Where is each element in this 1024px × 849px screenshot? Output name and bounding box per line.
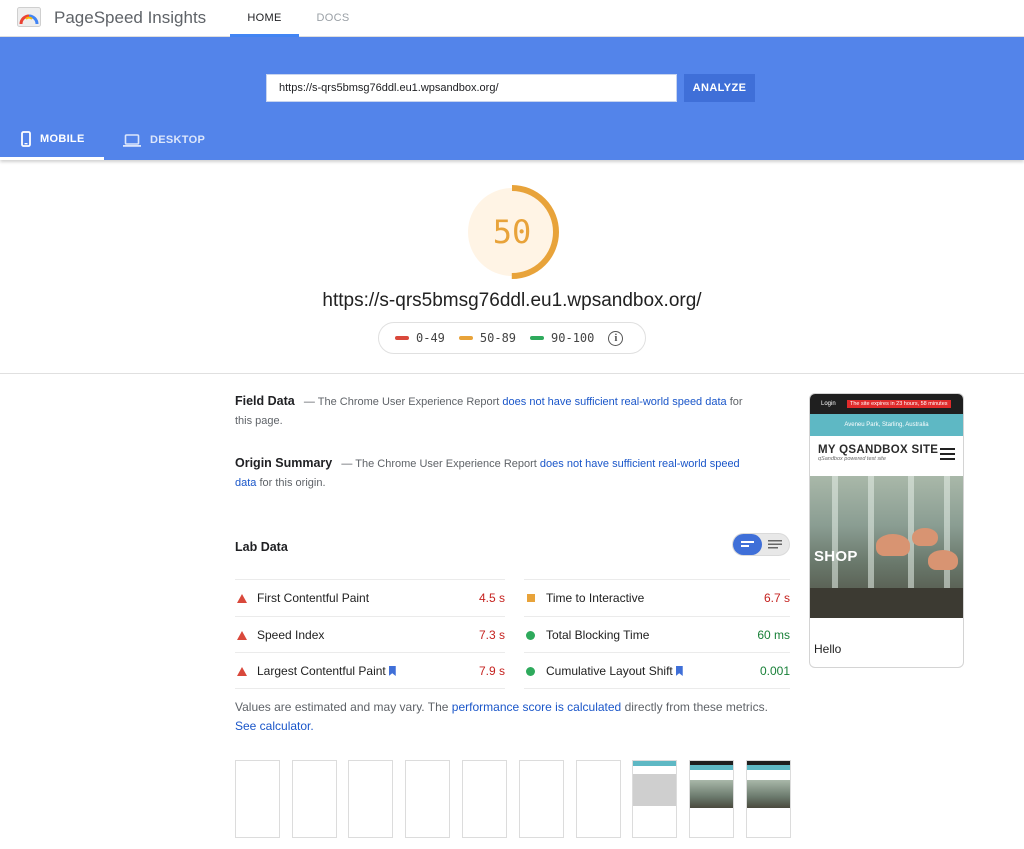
values-note-text: Values are estimated and may vary. The	[235, 700, 449, 714]
field-data-section: Field Data — The Chrome User Experience …	[235, 392, 745, 431]
filmstrip-frame	[292, 760, 337, 838]
legend-poor: 0-49	[395, 331, 445, 345]
metric-label: Cumulative Layout Shift	[546, 664, 673, 678]
legend-poor-label: 0-49	[416, 331, 445, 345]
poor-triangle-icon	[237, 666, 247, 676]
values-note-text-2: directly from these metrics.	[624, 700, 768, 714]
preview-hero-image: SHOP	[810, 476, 963, 618]
good-circle-icon	[526, 666, 535, 676]
metric-cumulative-layout-shift: Cumulative Layout Shift 0.001	[524, 652, 790, 689]
poor-triangle-icon	[237, 630, 247, 640]
metric-value: 4.5 s	[478, 591, 505, 605]
origin-summary-title: Origin Summary	[235, 456, 333, 470]
metric-speed-index: Speed Index 7.3 s	[235, 616, 505, 653]
filmstrip-frame	[576, 760, 621, 838]
tab-desktop[interactable]: DESKTOP	[123, 120, 205, 160]
preview-hero-text: SHOP	[814, 548, 858, 565]
metric-label-wrap: Cumulative Layout Shift	[546, 664, 760, 678]
filmstrip-frame	[632, 760, 677, 838]
metric-time-to-interactive: Time to Interactive 6.7 s	[524, 579, 790, 616]
filmstrip-frame	[235, 760, 280, 838]
bookmark-flag-icon	[675, 666, 683, 676]
bookmark-flag-icon	[388, 666, 396, 676]
final-screenshot: Login The site expires in 23 hours, 58 m…	[809, 393, 964, 668]
app-title: PageSpeed Insights	[54, 8, 207, 27]
url-input[interactable]	[266, 74, 677, 102]
origin-summary-section: Origin Summary — The Chrome User Experie…	[235, 454, 745, 493]
analyzed-url: https://s-qrs5bmsg76ddl.eu1.wpsandbox.or…	[322, 290, 702, 311]
average-square-icon	[527, 594, 535, 602]
see-calculator-link[interactable]: See calculator.	[235, 719, 314, 733]
metrics-divider	[235, 688, 790, 689]
filmstrip-frame	[519, 760, 564, 838]
origin-summary-text-end: for this origin.	[259, 477, 326, 489]
tab-home[interactable]: HOME	[230, 0, 299, 37]
preview-header: MY QSANDBOX SITE qSandbox powered test s…	[810, 436, 963, 476]
analyze-button[interactable]: ANALYZE	[684, 74, 755, 102]
metric-value: 60 ms	[757, 628, 790, 642]
metric-largest-contentful-paint: Largest Contentful Paint 7.9 s	[235, 652, 505, 689]
legend-average: 50-89	[458, 331, 517, 345]
divider	[0, 373, 1024, 374]
info-icon[interactable]: i	[608, 330, 624, 346]
preview-address: Aveneu Park, Starling, Australia	[810, 414, 963, 436]
field-data-title: Field Data	[235, 394, 295, 408]
legend-average-swatch	[458, 336, 473, 340]
metric-value: 6.7 s	[763, 591, 790, 605]
tab-mobile-label: MOBILE	[40, 132, 85, 145]
values-note: Values are estimated and may vary. The p…	[235, 698, 775, 736]
legend-average-label: 50-89	[479, 331, 517, 345]
metric-label-wrap: Largest Contentful Paint	[257, 664, 479, 678]
filmstrip-frame	[462, 760, 507, 838]
field-data-link[interactable]: does not have sufficient real-world spee…	[502, 396, 726, 408]
performance-score-link[interactable]: performance score is calculated	[452, 700, 621, 714]
filmstrip-frame	[689, 760, 734, 838]
hamburger-menu-icon	[940, 448, 955, 463]
expanded-view-icon	[768, 540, 782, 549]
laptop-icon	[123, 133, 141, 147]
lab-data-title: Lab Data	[235, 540, 288, 554]
tab-mobile[interactable]: MOBILE	[0, 120, 104, 160]
search-band: ANALYZE MOBILE DESKTOP	[0, 37, 1024, 160]
preview-expire-banner: The site expires in 23 hours, 58 minutes	[847, 400, 951, 408]
filmstrip-frame	[348, 760, 393, 838]
preview-login: Login	[821, 401, 836, 407]
tab-docs[interactable]: DOCS	[305, 0, 361, 37]
metric-first-contentful-paint: First Contentful Paint 4.5 s	[235, 579, 505, 616]
filmstrip-frame	[405, 760, 450, 838]
top-app-bar: PageSpeed Insights HOME DOCS	[0, 0, 1024, 37]
legend-good: 90-100	[530, 331, 594, 345]
field-data-text: — The Chrome User Experience Report	[303, 396, 500, 408]
metric-value: 0.001	[759, 664, 790, 678]
performance-score: 50	[492, 213, 532, 251]
origin-summary-text: — The Chrome User Experience Report	[341, 458, 537, 470]
preview-top-bar: Login The site expires in 23 hours, 58 m…	[810, 394, 963, 414]
preview-hello: Hello	[814, 642, 842, 656]
filmstrip-frame	[746, 760, 791, 838]
metric-label: Speed Index	[257, 628, 325, 642]
metric-value: 7.3 s	[478, 628, 505, 642]
metric-label: Total Blocking Time	[546, 628, 650, 642]
tab-desktop-label: DESKTOP	[150, 134, 206, 146]
compact-view-icon	[741, 541, 754, 547]
legend-good-label: 90-100	[551, 331, 595, 345]
metric-value: 7.9 s	[478, 664, 505, 678]
legend-poor-swatch	[395, 336, 409, 340]
poor-triangle-icon	[237, 593, 247, 603]
metrics-view-toggle[interactable]	[732, 533, 790, 556]
metric-label: Time to Interactive	[546, 591, 645, 605]
legend-good-swatch	[530, 336, 545, 340]
metric-label: Largest Contentful Paint	[257, 664, 386, 678]
good-circle-icon	[526, 630, 535, 640]
metric-total-blocking-time: Total Blocking Time 60 ms	[524, 616, 790, 653]
phone-icon	[21, 130, 31, 147]
metric-label: First Contentful Paint	[257, 591, 370, 605]
pagespeed-logo-icon	[17, 7, 41, 27]
score-legend: 0-49 50-89 90-100 i	[378, 322, 646, 354]
